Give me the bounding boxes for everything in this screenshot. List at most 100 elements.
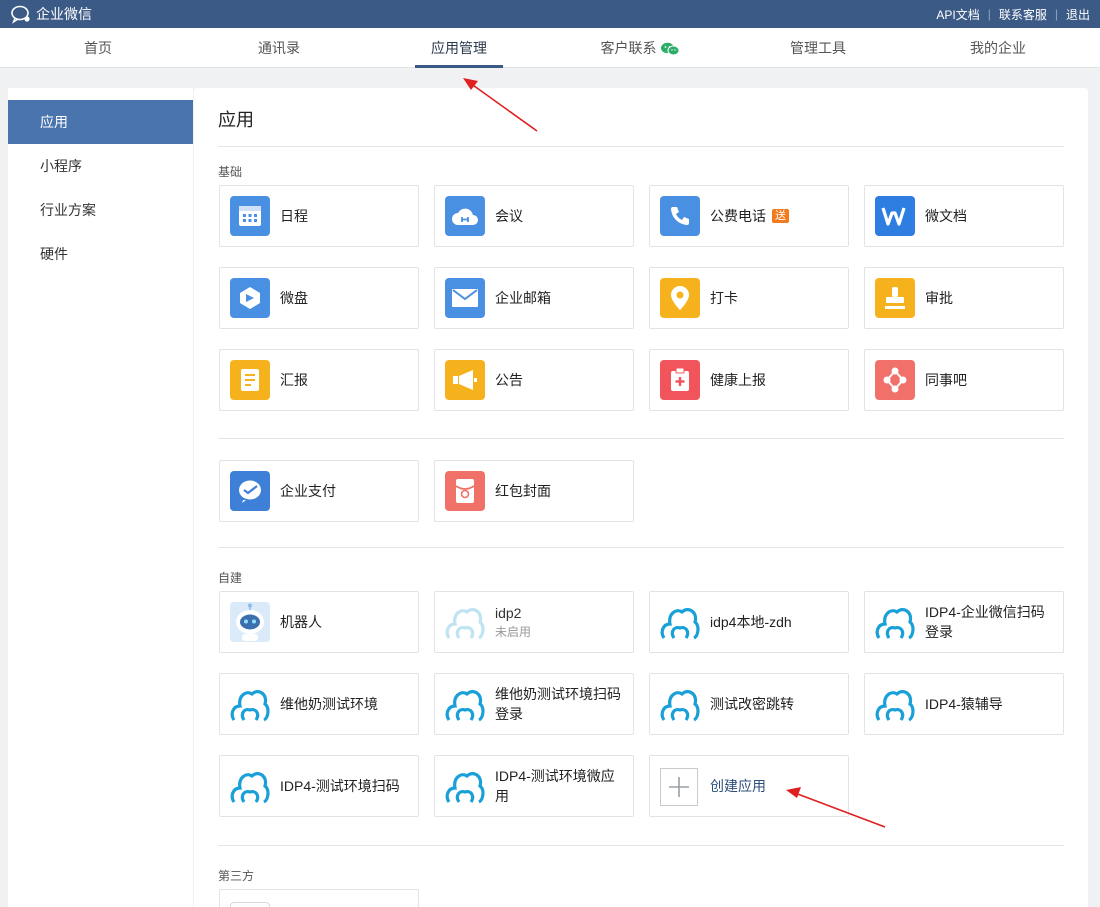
top-links: API文档 | 联系客服 | 退出 [936,0,1090,28]
nav-home[interactable]: 首页 [68,28,128,68]
nav-my-company[interactable]: 我的企业 [962,28,1034,68]
app-name: 会议 [495,208,523,224]
app-card-mail[interactable]: 企业邮箱 [434,267,634,329]
app-card-idp2[interactable]: idp2 未启用 [434,591,634,653]
divider [218,547,1064,548]
app-card-drive[interactable]: 微盘 [219,267,419,329]
app-name: 企业邮箱 [495,290,551,306]
app-name: IDP4-测试环境扫码 [280,778,400,794]
app-card-public-phone[interactable]: 公费电话送 [649,185,849,247]
sidebar-item-industry-solutions[interactable]: 行业方案 [8,188,193,232]
app-name: 红包封面 [495,483,551,499]
logout-link[interactable]: 退出 [1066,6,1090,23]
divider [218,438,1064,439]
brand[interactable]: 企业微信 [10,4,92,24]
nav-customer-contact[interactable]: 客户联系 [590,28,690,68]
app-name: IDP4-测试环境微应用 [495,768,615,804]
app-card-robot[interactable]: 机器人 [219,591,419,653]
app-card-announcement[interactable]: 公告 [434,349,634,411]
app-card-password-redirect-test[interactable]: 测试改密跳转 [649,673,849,735]
nav-app-management[interactable]: 应用管理 [415,28,503,68]
main-panel: 应用 基础 日程 会议 公费电话送 微文档 微盘 企业邮箱 打卡 审批 汇报 公… [194,88,1088,907]
cloud-logo-icon [230,684,270,724]
app-name: 审批 [925,290,953,306]
cloud-icon [445,196,485,236]
cloud-logo-icon [445,602,485,642]
app-card-idp4-test-micro-app[interactable]: IDP4-测试环境微应用 [434,755,634,817]
pay-icon [230,471,270,511]
app-card-enterprise-pay[interactable]: 企业支付 [219,460,419,522]
api-docs-link[interactable]: API文档 [936,6,979,23]
app-card-approval[interactable]: 审批 [864,267,1064,329]
app-card-idp4-wecom-scan[interactable]: IDP4-企业微信扫码登录 [864,591,1064,653]
app-name: 维他奶测试环境扫码登录 [495,686,621,722]
gift-badge: 送 [772,209,789,223]
app-name: 公告 [495,372,523,388]
app-name: 微盘 [280,290,308,306]
wecom-logo-icon [11,5,30,24]
app-card-idp4-test-scan[interactable]: IDP4-测试环境扫码 [219,755,419,817]
divider [218,146,1064,147]
calendar-icon [230,196,270,236]
nav-customer-contact-label: 客户联系 [600,40,657,56]
cloud-logo-icon [875,602,915,642]
app-card-vitasoy-test-scan[interactable]: 维他奶测试环境扫码登录 [434,673,634,735]
app-status: 未启用 [495,625,532,639]
nav-contacts[interactable]: 通讯录 [244,28,314,68]
app-name: IDP4-企业微信扫码登录 [925,604,1045,640]
cloud-logo-icon [445,684,485,724]
app-card-doc[interactable]: 微文档 [864,185,1064,247]
mail-icon [445,278,485,318]
app-card-colleague-forum[interactable]: 同事吧 [864,349,1064,411]
contact-support-link[interactable]: 联系客服 [999,6,1047,23]
app-placeholder-icon [230,902,270,907]
app-card-idp4-local[interactable]: idp4本地-zdh [649,591,849,653]
app-name: 打卡 [710,290,738,306]
app-name: 企业支付 [280,483,336,499]
app-name: 公费电话送 [710,186,840,246]
app-name: idp4本地-zdh [710,614,792,630]
app-name: 机器人 [280,614,322,630]
app-card-report[interactable]: 汇报 [219,349,419,411]
app-name: 微文档 [925,208,967,224]
app-card-vitasoy-test[interactable]: 维他奶测试环境 [219,673,419,735]
wechat-icon [660,43,679,56]
app-name: idp2 [495,605,522,621]
robot-icon [230,602,270,642]
sidebar: 应用 小程序 行业方案 硬件 [8,100,193,276]
cloud-logo-icon [875,684,915,724]
brand-name: 企业微信 [36,6,92,22]
report-icon [230,360,270,400]
share-icon [875,360,915,400]
cloud-logo-icon [445,766,485,806]
sidebar-item-mini-programs[interactable]: 小程序 [8,144,193,188]
section-label-basic: 基础 [218,165,243,179]
app-name: 日程 [280,208,308,224]
app-card-meeting[interactable]: 会议 [434,185,634,247]
app-name: 维他奶测试环境 [280,696,378,712]
section-label-third-party: 第三方 [218,869,255,883]
page-title: 应用 [218,110,254,130]
app-card-health-report[interactable]: 健康上报 [649,349,849,411]
sidebar-item-apps[interactable]: 应用 [8,100,193,144]
sidebar-item-hardware[interactable]: 硬件 [8,232,193,276]
doc-w-icon [875,196,915,236]
app-card-checkin[interactable]: 打卡 [649,267,849,329]
nav-management-tools[interactable]: 管理工具 [780,28,856,68]
separator: | [987,7,991,21]
create-app-label: 创建应用 [710,778,766,794]
section-label-custom: 自建 [218,571,243,585]
app-name: 测试改密跳转 [710,696,794,712]
app-card-idp4-yuanfudao[interactable]: IDP4-猿辅导 [864,673,1064,735]
main-nav: 首页 通讯录 应用管理 客户联系 管理工具 我的企业 [0,28,1100,68]
create-app-button[interactable]: 创建应用 [649,755,849,817]
plus-icon [660,768,698,806]
app-card-third-party[interactable] [219,889,419,907]
app-name-text: 公费电话 [710,208,766,224]
app-card-red-packet-cover[interactable]: 红包封面 [434,460,634,522]
app-name-block: idp2 未启用 [495,592,625,652]
phone-icon [660,196,700,236]
divider [218,845,1064,846]
app-card-calendar[interactable]: 日程 [219,185,419,247]
app-name: 汇报 [280,372,308,388]
